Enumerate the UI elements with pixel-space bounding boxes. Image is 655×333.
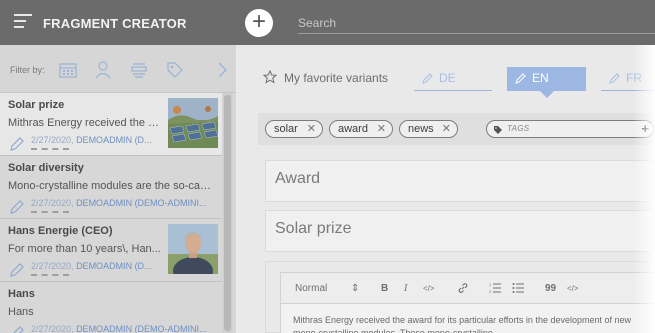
item-meta: 2/27/2020, DEMOADMIN (D... [31,135,152,145]
item-date: 2/27/2020, [31,261,74,271]
item-date: 2/27/2020, [31,135,74,145]
subtitle-field[interactable]: Solar prize [265,210,655,252]
favorite-label: My favorite variants [284,71,389,85]
filter-bar: Filter by: [0,45,236,93]
tag-chip[interactable]: news ✕ [399,120,458,138]
item-meta: 2/27/2020, DEMOADMIN (DEMO-ADMINI... [31,324,207,333]
pencil-icon [422,73,433,84]
item-divider [31,148,69,150]
quote-button[interactable]: 99 [545,283,556,294]
calendar-icon[interactable] [58,60,78,80]
bold-button[interactable]: B [381,283,388,294]
item-author[interactable]: DEMOADMIN (DEMO-ADMINI... [76,324,207,333]
solar-field-thumbnail [168,98,218,148]
item-title: Hans [8,288,35,300]
edge-fade [633,45,655,333]
menu-icon[interactable] [14,14,32,30]
remove-tag-icon[interactable]: ✕ [377,121,386,137]
remove-tag-icon[interactable]: ✕ [442,121,451,137]
chevron-right-icon[interactable] [212,60,232,80]
item-date: 2/27/2020, [31,198,74,208]
language-label: DE [439,71,456,85]
subtitle-value: Solar prize [275,220,352,237]
code-button[interactable]: </> [423,284,435,293]
pencil-icon [609,73,620,84]
pencil-icon[interactable] [9,199,25,215]
item-description: Hans [8,306,34,318]
item-meta: 2/27/2020, DEMOADMIN (D... [31,261,152,271]
item-title: Solar diversity [8,162,84,174]
list-item[interactable]: Solar prize Mithras Energy received the … [0,93,222,156]
italic-button[interactable]: I [404,283,407,294]
pencil-icon[interactable] [9,262,25,278]
style-select[interactable]: Normal [295,283,327,294]
tag-icon[interactable] [165,60,185,80]
tag-icon [494,126,502,134]
title-field[interactable]: Award [265,160,655,202]
tag-label: news [408,123,434,135]
editor-toolbar: Normal ⇕ B I </> 1 2 99 </> [280,272,655,304]
tab-language-en[interactable]: EN [507,67,586,98]
style-select-arrow-icon[interactable]: ⇕ [351,283,359,294]
item-description: For more than 10 years\, Han... [8,243,161,255]
svg-text:1: 1 [489,282,492,287]
star-icon[interactable] [263,70,277,84]
app-title: FRAGMENT CREATOR [43,16,187,31]
add-button[interactable]: + [245,9,273,37]
code-block-button[interactable]: </> [567,284,579,293]
remove-tag-icon[interactable]: ✕ [307,121,316,137]
list-item[interactable]: Solar diversity Mono-crystalline modules… [0,156,222,219]
language-label: EN [532,71,549,85]
fragment-list-panel: Filter by: Solar prize Mithras Energy re… [0,45,236,333]
item-date: 2/27/2020, [31,324,74,333]
list-scrollbar[interactable] [223,93,232,333]
bullet-list-icon[interactable] [512,282,525,294]
link-icon[interactable] [457,282,469,294]
fragment-list: Solar prize Mithras Energy received the … [0,93,222,333]
item-description: Mithras Energy received the a... [8,117,163,129]
list-item[interactable]: Hans Energie (CEO) For more than 10 year… [0,219,222,282]
user-icon[interactable] [93,60,113,80]
app-window: FRAGMENT CREATOR + Filter by: [0,0,655,333]
pencil-icon [515,73,526,84]
ordered-list-icon[interactable]: 1 2 [489,282,502,294]
pencil-icon[interactable] [9,136,25,152]
tag-label: award [338,123,368,135]
pencil-icon[interactable] [9,325,25,333]
item-author[interactable]: DEMOADMIN (D... [76,261,152,271]
scrollbar-thumb[interactable] [224,95,231,331]
tag-chip[interactable]: award ✕ [329,120,393,138]
item-title: Hans Energie (CEO) [8,225,113,237]
tag-chip[interactable]: solar ✕ [265,120,323,138]
item-meta: 2/27/2020, DEMOADMIN (DEMO-ADMINI... [31,198,207,208]
title-value: Award [275,170,321,187]
layout-icon[interactable] [129,60,149,80]
editor-content[interactable]: Mithras Energy received the award for it… [280,304,655,333]
filter-label: Filter by: [10,65,45,75]
rich-text-editor: Normal ⇕ B I </> 1 2 99 </> Mithras Ener… [265,261,655,333]
search-input[interactable] [298,12,655,34]
tab-language-de[interactable]: DE [414,67,492,91]
item-description: Mono-crystalline modules are the so-call… [8,180,213,192]
item-title: Solar prize [8,99,65,111]
item-author[interactable]: DEMOADMIN (DEMO-ADMINI... [76,198,207,208]
item-author[interactable]: DEMOADMIN (D... [76,135,152,145]
list-item[interactable]: Hans Hans 2/27/2020, DEMOADMIN (DEMO-ADM… [0,282,222,333]
svg-text:2: 2 [489,289,492,294]
item-divider [31,211,69,213]
top-bar: FRAGMENT CREATOR + [0,0,655,45]
tag-placeholder: TAGS [507,124,530,133]
tag-input[interactable]: TAGS + [486,120,654,138]
tag-bar: solar ✕ award ✕ news ✕ TAGS + [258,113,655,145]
tag-label: solar [274,123,298,135]
portrait-thumbnail [168,224,218,274]
editor-panel: My favorite variants DE EN FR solar✕ awa… [237,45,655,333]
item-divider [31,274,69,276]
